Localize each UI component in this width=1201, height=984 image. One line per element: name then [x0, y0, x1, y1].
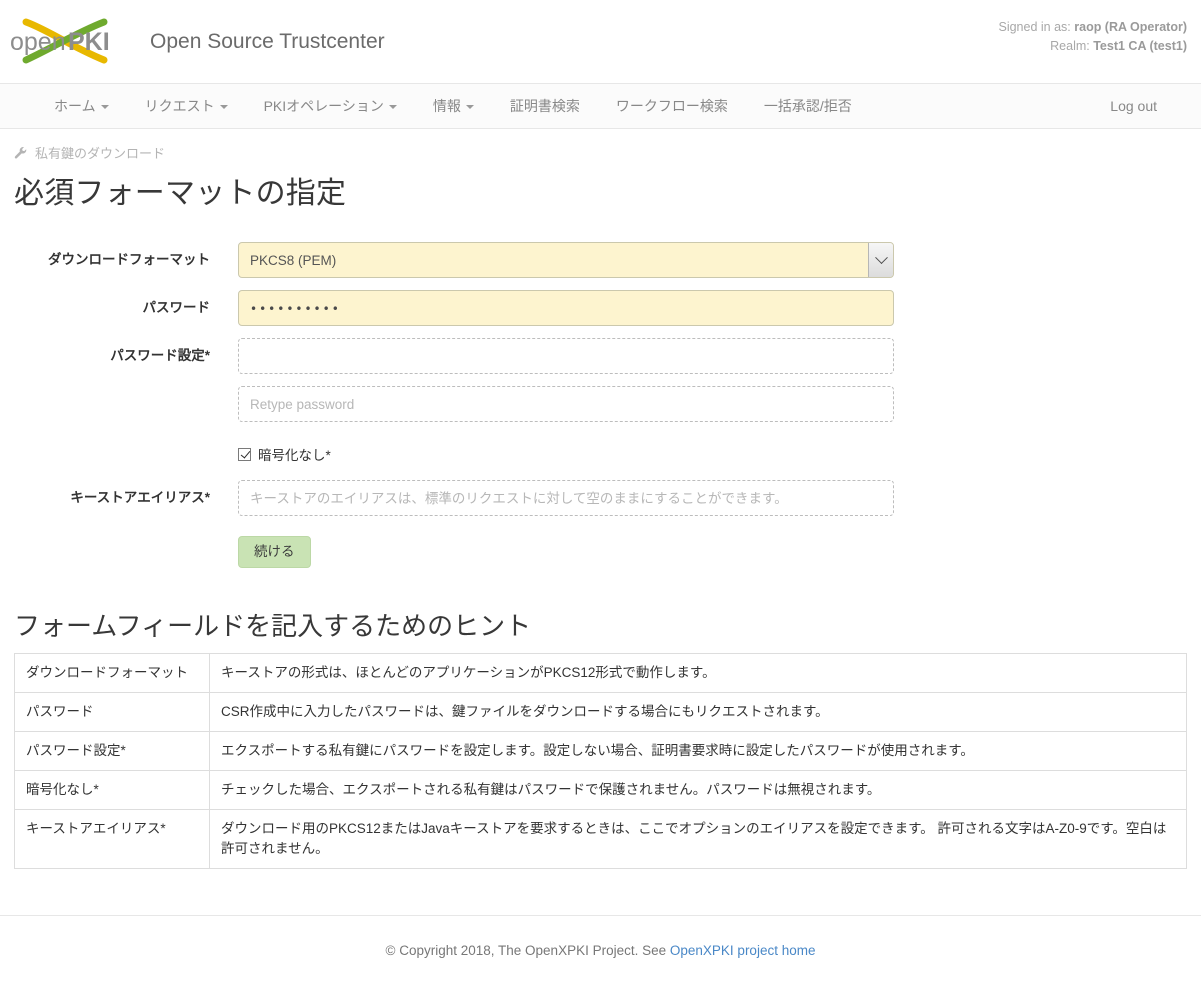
hint-key: パスワード [14, 692, 210, 732]
signed-in-line: Signed in as: raop (RA Operator) [998, 18, 1187, 37]
nav-right-group: Log out [1092, 84, 1175, 128]
nav-item-label: ワークフロー検索 [615, 98, 728, 114]
hint-value: CSR作成中に入力したパスワードは、鍵ファイルをダウンロードする場合にもリクエス… [209, 692, 1187, 732]
no-encryption-label: 暗号化なし* [258, 448, 331, 463]
nav-item-home[interactable]: ホーム [36, 84, 127, 128]
set-password-control [238, 338, 894, 374]
password-input[interactable]: •••••••••• [238, 290, 894, 326]
nav-item-label: 一括承認/拒否 [763, 98, 852, 114]
no-encryption-control[interactable]: 暗号化なし* [238, 444, 331, 464]
hint-value: エクスポートする私有鍵にパスワードを設定します。設定しない場合、証明書要求時に設… [209, 731, 1187, 771]
breadcrumb-label: 私有鍵のダウンロード [35, 146, 166, 161]
wrench-icon [14, 146, 28, 160]
nav-item-label: 証明書検索 [509, 98, 580, 114]
hint-value: チェックした場合、エクスポートされる私有鍵はパスワードで保護されません。パスワー… [209, 770, 1187, 810]
download-format-select[interactable]: PKCS8 (PEM) [238, 242, 894, 278]
password-control: •••••••••• [238, 290, 894, 326]
form-row-download-format: ダウンロードフォーマット PKCS8 (PEM) [14, 242, 1187, 278]
retype-password-label [14, 386, 210, 395]
nav-item-label: ホーム [54, 98, 96, 114]
password-label: パスワード [142, 300, 211, 315]
hints-table: ダウンロードフォーマット キーストアの形式は、ほとんどのアプリケーションがPKC… [14, 653, 1187, 869]
hint-value: キーストアの形式は、ほとんどのアプリケーションがPKCS12形式で動作します。 [209, 653, 1187, 693]
password-masked-value: •••••••••• [250, 302, 341, 316]
main-navigation: ホーム リクエスト PKIオペレーション 情報 証明書検索 ワークフロー検索 一… [0, 83, 1201, 129]
copyright-text: © Copyright 2018, The OpenXPKI Project. … [385, 942, 667, 958]
page-header: open PKI Open Source Trustcenter Signed … [0, 0, 1201, 83]
nav-item-label: リクエスト [144, 98, 215, 114]
chevron-down-icon [388, 105, 397, 109]
table-row: ダウンロードフォーマット キーストアの形式は、ほとんどのアプリケーションがPKC… [14, 653, 1187, 693]
realm-line: Realm: Test1 CA (test1) [998, 37, 1187, 56]
nav-item-workflow-search[interactable]: ワークフロー検索 [598, 84, 746, 128]
table-row: キーストアエイリアス* ダウンロード用のPKCS12またはJavaキーストアを要… [14, 809, 1187, 869]
form-row-password: パスワード •••••••••• [14, 290, 1187, 326]
hint-value: ダウンロード用のPKCS12またはJavaキーストアを要求するときは、ここでオプ… [209, 809, 1187, 869]
download-format-control: PKCS8 (PEM) [238, 242, 894, 278]
page-title: 必須フォーマットの指定 [14, 177, 347, 210]
form-row-keystore-alias: キーストアエイリアス* [14, 480, 1187, 516]
no-encryption-checkbox[interactable] [238, 447, 251, 461]
form-row-set-password: パスワード設定* [14, 338, 1187, 374]
breadcrumb: 私有鍵のダウンロード [14, 143, 1187, 162]
brand-zone[interactable]: open PKI Open Source Trustcenter [0, 0, 385, 83]
hint-key: パスワード設定* [14, 731, 210, 771]
svg-text:open: open [10, 28, 66, 56]
btn-spacer [14, 536, 210, 568]
svg-text:PKI: PKI [68, 28, 110, 56]
realm-value: Test1 CA (test1) [1093, 39, 1187, 53]
set-password-label: パスワード設定* [110, 348, 210, 363]
hints-title: フォームフィールドを記入するためのヒント [14, 611, 532, 641]
realm-label: Realm: [1050, 39, 1090, 53]
hint-key: 暗号化なし* [14, 770, 210, 810]
nav-item-label: PKIオペレーション [263, 98, 384, 114]
form-row-no-encryption: 暗号化なし* [14, 444, 1187, 464]
set-password-input[interactable] [238, 338, 894, 374]
form-row-retype-password [14, 386, 1187, 422]
main-content: 私有鍵のダウンロード 必須フォーマットの指定 ダウンロードフォーマット PKCS… [0, 143, 1201, 869]
hint-key: ダウンロードフォーマット [14, 653, 210, 693]
keystore-alias-label: キーストアエイリアス* [70, 490, 210, 505]
nav-item-bulk-approve-reject[interactable]: 一括承認/拒否 [746, 84, 870, 128]
retype-password-control [238, 386, 894, 422]
footer-text: © Copyright 2018, The OpenXPKI Project. … [386, 943, 816, 958]
nav-item-label: 情報 [432, 98, 461, 114]
hint-key: キーストアエイリアス* [14, 809, 210, 869]
retype-password-input[interactable] [238, 386, 894, 422]
chevron-down-icon [100, 105, 109, 109]
format-form: ダウンロードフォーマット PKCS8 (PEM) パスワード •••••••••… [14, 242, 1187, 568]
page-footer: © Copyright 2018, The OpenXPKI Project. … [0, 915, 1201, 984]
nav-item-certificate-search[interactable]: 証明書検索 [492, 84, 598, 128]
table-row: パスワード設定* エクスポートする私有鍵にパスワードを設定します。設定しない場合… [14, 731, 1187, 771]
brand-title: Open Source Trustcenter [150, 29, 385, 53]
signed-in-label: Signed in as: [998, 20, 1071, 34]
keystore-alias-input[interactable] [238, 480, 894, 516]
session-info: Signed in as: raop (RA Operator) Realm: … [998, 18, 1187, 56]
chevron-down-icon [465, 105, 474, 109]
table-row: 暗号化なし* チェックした場合、エクスポートされる私有鍵はパスワードで保護されま… [14, 770, 1187, 810]
table-row: パスワード CSR作成中に入力したパスワードは、鍵ファイルをダウンロードする場合… [14, 692, 1187, 732]
signed-in-user: raop (RA Operator) [1074, 20, 1187, 34]
keystore-alias-control [238, 480, 894, 516]
form-row-submit: 続ける [14, 536, 1187, 568]
nav-item-request[interactable]: リクエスト [127, 84, 246, 128]
nav-item-pki-operation[interactable]: PKIオペレーション [246, 84, 415, 128]
download-format-label: ダウンロードフォーマット [48, 252, 210, 267]
logout-button[interactable]: Log out [1092, 84, 1175, 128]
chevron-down-icon [219, 105, 228, 109]
openxpki-logo-icon[interactable]: open PKI [8, 16, 118, 68]
continue-button[interactable]: 続ける [238, 536, 311, 568]
nav-item-information[interactable]: 情報 [415, 84, 492, 128]
openxpki-project-home-link[interactable]: OpenXPKI project home [670, 943, 816, 958]
